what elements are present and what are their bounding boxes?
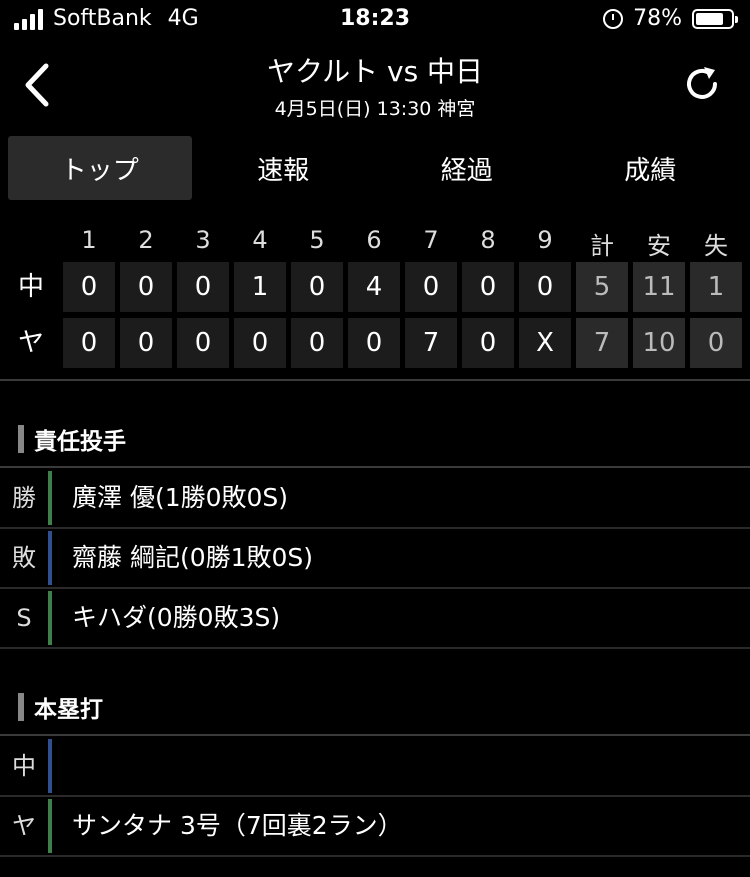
tab-top[interactable]: トップ (8, 136, 192, 200)
battery-percent: 78% (633, 6, 682, 31)
game-info: 4月5日(日) 13:30 神宮 (274, 98, 476, 120)
section-title-text: 本塁打 (34, 697, 103, 723)
total-runs-cell: 5 (576, 262, 628, 312)
pitcher-name: キハダ(0勝0敗3S) (72, 603, 281, 632)
page-title: ヤクルト vs 中日 (266, 55, 484, 88)
score-cell: 7 (405, 318, 457, 368)
score-cell: 0 (519, 262, 571, 312)
score-cell: X (519, 318, 571, 368)
total-runs-cell: 7 (576, 318, 628, 368)
score-cell: 0 (234, 318, 286, 368)
errors-header: 失 (704, 232, 728, 260)
team-label: 中 (17, 272, 44, 302)
score-cell: 0 (291, 318, 343, 368)
total-runs-header: 計 (590, 232, 614, 260)
pitcher-row-save[interactable]: S キハダ(0勝0敗3S) (0, 589, 750, 649)
score-cell: 0 (462, 262, 514, 312)
status-right: 78% (603, 6, 738, 31)
score-cell: 0 (120, 262, 172, 312)
score-cell: 1 (234, 262, 286, 312)
section-bar (18, 693, 24, 721)
divider (0, 379, 750, 381)
inning-header: 8 (480, 226, 496, 254)
hits-cell: 10 (633, 318, 685, 368)
pitcher-name: 齋藤 綱記(0勝1敗0S) (72, 543, 314, 572)
section-bar (18, 425, 24, 453)
homerun-row-chunichi: 中 (0, 737, 750, 797)
inning-header: 6 (366, 226, 382, 254)
inning-header: 4 (252, 226, 268, 254)
homerun-text: サンタナ 3号（7回裏2ラン） (72, 811, 403, 840)
divider (0, 466, 750, 468)
inning-header: 9 (537, 226, 553, 254)
row-label: 勝 (12, 484, 36, 512)
score-cell: 0 (177, 318, 229, 368)
score-cell: 0 (177, 262, 229, 312)
hits-header: 安 (647, 232, 671, 260)
score-cell: 0 (63, 262, 115, 312)
team-label: ヤ (17, 328, 44, 358)
pitcher-name: 廣澤 優(1勝0敗0S) (72, 483, 289, 512)
tab-live[interactable]: 速報 (192, 136, 376, 200)
alarm-icon (603, 8, 624, 29)
battery-icon (692, 8, 738, 29)
section-title-pitchers: 責任投手 (18, 422, 126, 456)
status-bar: SoftBank 4G 18:23 78% (0, 0, 750, 40)
accent-bar (48, 531, 52, 585)
hits-cell: 11 (633, 262, 685, 312)
errors-cell: 0 (690, 318, 742, 368)
row-label: S (16, 604, 32, 632)
accent-bar (48, 799, 52, 853)
accent-bar (48, 739, 52, 793)
refresh-icon (687, 67, 717, 99)
pitcher-row-loss[interactable]: 敗 齋藤 綱記(0勝1敗0S) (0, 529, 750, 589)
inning-header: 2 (138, 226, 154, 254)
score-cell: 0 (348, 318, 400, 368)
accent-bar (48, 591, 52, 645)
row-label: ヤ (12, 812, 36, 840)
section-title-text: 責任投手 (34, 429, 126, 455)
score-cell: 4 (348, 262, 400, 312)
inning-header: 7 (423, 226, 439, 254)
inning-header: 5 (309, 226, 325, 254)
score-cell: 0 (462, 318, 514, 368)
score-cell: 0 (405, 262, 457, 312)
tab-stats[interactable]: 成績 (559, 136, 743, 200)
homerun-row-yakult[interactable]: ヤ サンタナ 3号（7回裏2ラン） (0, 797, 750, 857)
row-label: 中 (12, 752, 36, 780)
score-cell: 0 (120, 318, 172, 368)
accent-bar (48, 471, 52, 525)
row-label: 敗 (12, 544, 36, 572)
inning-header: 3 (195, 226, 211, 254)
tab-bar: トップ 速報 経過 成績 (8, 136, 742, 200)
header: ヤクルト vs 中日 4月5日(日) 13:30 神宮 (0, 40, 750, 128)
section-title-homeruns: 本塁打 (18, 690, 103, 724)
score-cell: 0 (63, 318, 115, 368)
refresh-button[interactable] (682, 64, 722, 104)
errors-cell: 1 (690, 262, 742, 312)
divider (0, 734, 750, 736)
tab-progress[interactable]: 経過 (375, 136, 559, 200)
inning-header: 1 (81, 226, 97, 254)
score-cell: 0 (291, 262, 343, 312)
pitcher-row-win[interactable]: 勝 廣澤 優(1勝0敗0S) (0, 469, 750, 529)
